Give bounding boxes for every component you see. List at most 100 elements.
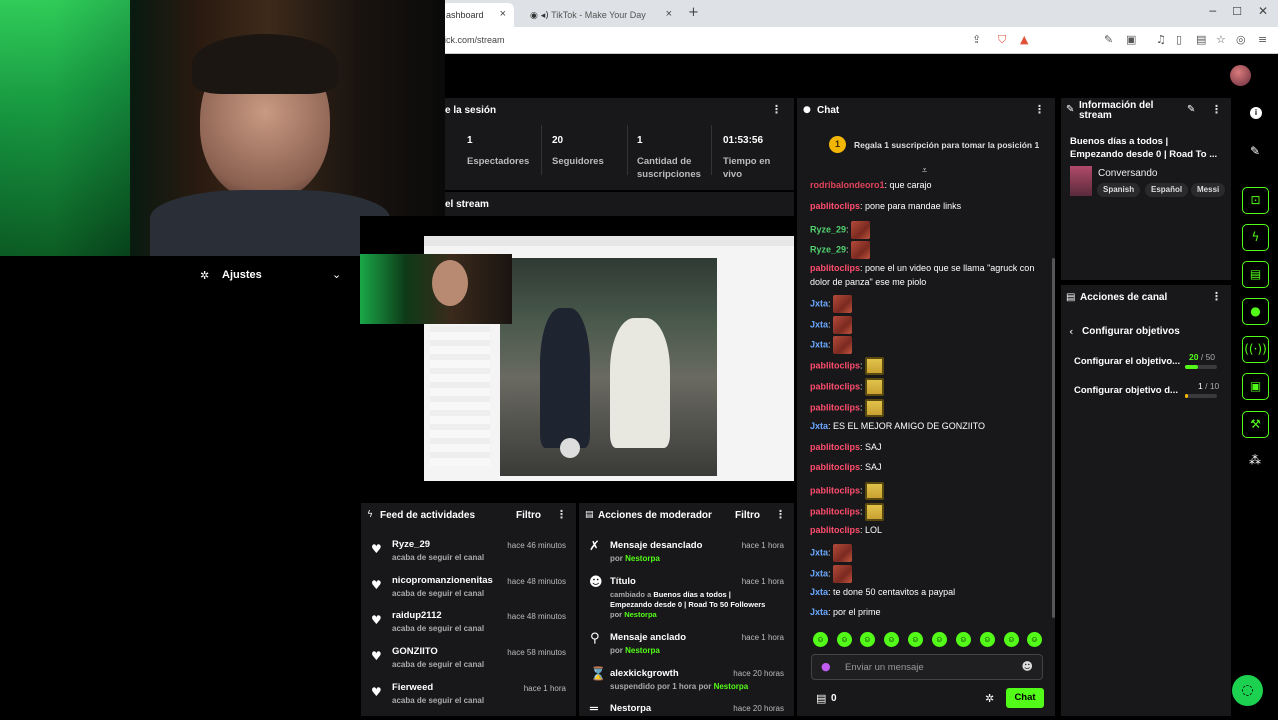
chat-username[interactable]: pablitoclips — [810, 201, 860, 211]
more-icon[interactable]: ⋮ — [771, 103, 782, 116]
chat-username[interactable]: pablitoclips — [810, 462, 860, 472]
chat-username[interactable]: pablitoclips — [810, 381, 860, 391]
emote-button[interactable]: ☺ — [884, 632, 899, 647]
emote-button[interactable]: ☺ — [956, 632, 971, 647]
more-icon[interactable]: ⋮ — [775, 508, 786, 521]
document-icon[interactable]: ▤ — [1242, 261, 1269, 288]
emoji-icon[interactable]: ☻ — [1022, 660, 1033, 673]
emote-button[interactable]: ☺ — [908, 632, 923, 647]
chat-username[interactable]: pablitoclips — [810, 442, 860, 452]
more-icon[interactable]: ⋮ — [1211, 290, 1222, 303]
minimize-icon[interactable]: ─ — [1209, 5, 1216, 18]
chat-username[interactable]: Jxta — [810, 607, 828, 617]
chevron-down-icon[interactable]: ⌄ — [332, 268, 341, 281]
more-icon[interactable]: ⋮ — [1211, 103, 1222, 116]
chat-username[interactable]: pablitoclips — [810, 506, 860, 516]
chat-scrollbar[interactable] — [1052, 258, 1055, 618]
broadcast-icon[interactable]: ((·)) — [1242, 336, 1269, 363]
filter-button[interactable]: Filtro — [516, 510, 541, 521]
follower-name[interactable]: Fierweed — [392, 682, 433, 693]
chat-username[interactable]: pablitoclips — [810, 263, 860, 273]
filter-button[interactable]: Filtro — [735, 510, 760, 521]
maximize-icon[interactable]: ☐ — [1232, 5, 1242, 18]
brave-rewards-icon[interactable]: ▲ — [1020, 33, 1028, 46]
support-chat-button[interactable]: ◌ — [1232, 675, 1263, 706]
chat-username[interactable]: Ryze_29 — [810, 244, 846, 254]
chat-username[interactable]: rodribalondeoro1 — [810, 180, 885, 190]
goal-label[interactable]: Configurar el objetivo... — [1074, 356, 1180, 367]
more-icon[interactable]: ⋮ — [556, 508, 567, 521]
goal-label[interactable]: Configurar objetivo d... — [1074, 385, 1178, 396]
menu-icon[interactable]: ≡ — [1258, 33, 1267, 46]
back-icon[interactable]: ‹ — [1069, 325, 1073, 338]
share-icon[interactable]: ⇪ — [972, 33, 981, 46]
lightning-icon[interactable]: ϟ — [1242, 224, 1269, 251]
emote-image — [850, 221, 870, 239]
chat-username[interactable]: Jxta — [810, 547, 828, 557]
microphone-icon[interactable]: ● — [821, 660, 831, 673]
chat-username[interactable]: Jxta — [810, 298, 828, 308]
tag-chip[interactable]: Messi — [1191, 183, 1226, 197]
send-chat-button[interactable]: Chat — [1006, 688, 1044, 708]
follower-name[interactable]: raidup2112 — [392, 610, 442, 621]
chat-username[interactable]: Jxta — [810, 421, 828, 431]
bookmarks-icon[interactable]: ☆ — [1216, 33, 1226, 46]
chevron-down-icon[interactable]: ⩡ — [922, 166, 927, 176]
chat-message: Jxta: por el prime — [810, 606, 881, 618]
chat-username[interactable]: pablitoclips — [810, 485, 860, 495]
chat-input[interactable]: ● Enviar un mensaje ☻ — [811, 654, 1043, 680]
avatar[interactable] — [1230, 65, 1251, 86]
settings-label[interactable]: Ajustes — [222, 269, 262, 281]
configure-goals-link[interactable]: Configurar objetivos — [1082, 326, 1180, 337]
gear-icon[interactable]: ✲ — [985, 692, 994, 705]
emote-button[interactable]: ☺ — [813, 632, 828, 647]
pinned-sub-text[interactable]: Regala 1 suscripción para tomar la posic… — [854, 140, 1039, 150]
wrench-icon[interactable]: ⚒ — [1242, 411, 1269, 438]
emote-button[interactable]: ☺ — [932, 632, 947, 647]
browser-tab-active[interactable]: ashboard × — [436, 3, 514, 27]
emote-button[interactable]: ☺ — [1027, 632, 1042, 647]
tag-chip[interactable]: Español — [1145, 183, 1189, 197]
tabs-icon[interactable]: ▤ — [1196, 33, 1206, 46]
chat-username[interactable]: Jxta — [810, 568, 828, 578]
close-icon[interactable]: × — [666, 8, 672, 20]
more-icon[interactable]: ⋮ — [1034, 103, 1045, 116]
chat-username[interactable]: Jxta — [810, 339, 828, 349]
pencil-icon[interactable]: ✎ — [1250, 144, 1260, 158]
info-icon[interactable]: i — [1250, 107, 1262, 119]
edit-icon[interactable]: ✎ — [1187, 104, 1195, 115]
layout-icon[interactable]: ▣ — [1242, 373, 1269, 400]
screen-capture-icon[interactable]: ⊡ — [1242, 187, 1269, 214]
extensions-icon[interactable]: ✎ — [1104, 33, 1113, 46]
emote-button[interactable]: ☺ — [1004, 632, 1019, 647]
chat-username[interactable]: Ryze_29 — [810, 224, 846, 234]
browser-tab-tiktok[interactable]: ◉ ◂) TikTok - Make Your Day × — [520, 3, 680, 27]
follower-name[interactable]: GONZIITO — [392, 646, 438, 657]
url-text[interactable]: ick.com/stream — [444, 35, 505, 45]
music-icon[interactable]: ♫ — [1156, 33, 1166, 46]
emote-button[interactable]: ☺ — [860, 632, 875, 647]
close-icon[interactable]: × — [500, 8, 506, 20]
follower-name[interactable]: Ryze_29 — [392, 539, 430, 550]
chat-username[interactable]: pablitoclips — [810, 360, 860, 370]
wrench-icon: ✎ — [1066, 104, 1075, 115]
vpn-icon[interactable]: ◎ — [1236, 33, 1246, 46]
nodes-icon[interactable]: ⁂ — [1249, 453, 1261, 467]
chat-bubble-icon[interactable]: ● — [1242, 298, 1269, 325]
wallet-icon[interactable]: ▣ — [1126, 33, 1136, 46]
chat-username[interactable]: pablitoclips — [810, 525, 860, 535]
chat-username[interactable]: Jxta — [810, 587, 828, 597]
tag-chip[interactable]: Spanish — [1097, 183, 1141, 197]
sidebar-icon[interactable]: ▯ — [1176, 33, 1182, 46]
chat-username[interactable]: Jxta — [810, 319, 828, 329]
follower-name[interactable]: nicopromanzionenitas — [392, 575, 493, 586]
chat-message: pablitoclips: — [810, 378, 884, 396]
follow-description: acaba de seguir el canal — [392, 589, 485, 598]
new-tab-button[interactable]: + — [688, 5, 699, 20]
emote-button[interactable]: ☺ — [980, 632, 995, 647]
brave-shield-icon[interactable]: ⛉ — [998, 33, 1006, 47]
close-window-icon[interactable]: ✕ — [1258, 4, 1268, 18]
category-name[interactable]: Conversando — [1098, 168, 1157, 179]
chat-username[interactable]: pablitoclips — [810, 402, 860, 412]
emote-button[interactable]: ☺ — [837, 632, 852, 647]
